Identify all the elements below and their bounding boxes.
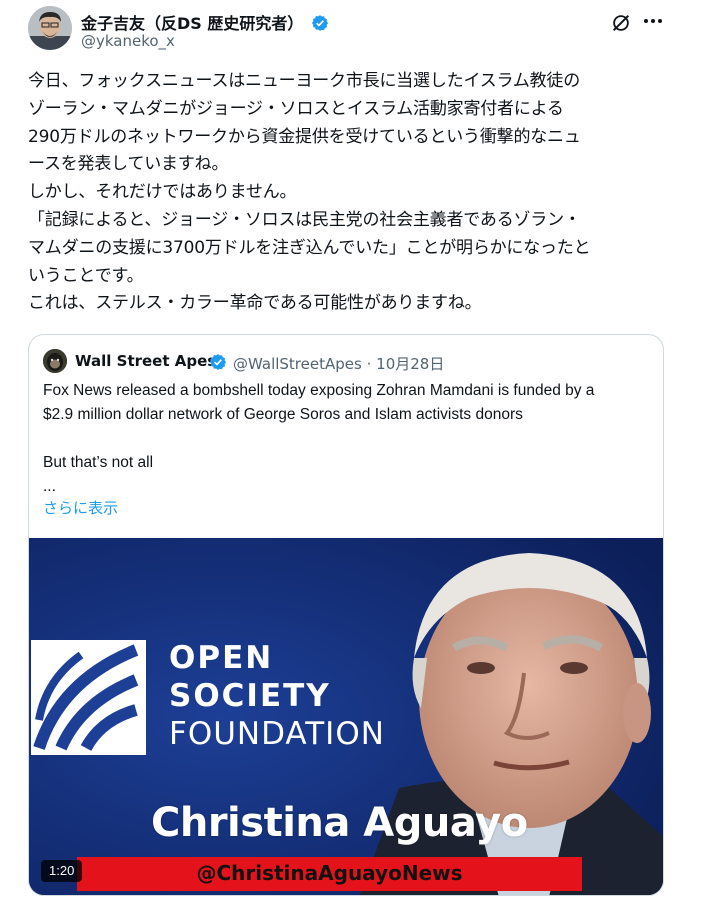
quote-author-handle[interactable]: @WallStreetApes: [233, 355, 362, 373]
logo-text-foundation: FOUNDATION: [169, 716, 385, 752]
tweet-header: 金子吉友（反DS 歴史研究者） @ykaneko_x: [28, 6, 678, 56]
author-name-text[interactable]: 金子吉友（反DS 歴史研究者）: [81, 14, 303, 33]
tweet-text: 今日、フォックスニュースはニューヨーク市長に当選したイスラム教徒の ゾーラン・マ…: [28, 71, 591, 314]
author-handle[interactable]: @ykaneko_x: [81, 32, 175, 50]
watermark-name: Christina Aguayo: [151, 800, 528, 846]
author-avatar[interactable]: [28, 6, 72, 50]
grok-icon[interactable]: [610, 12, 632, 34]
show-more-link[interactable]: さらに表示: [43, 497, 118, 518]
quote-verified-badge-icon: [209, 354, 227, 370]
handle-banner: @ChristinaAguayoNews: [77, 857, 582, 891]
video-player[interactable]: OPEN SOCIETY FOUNDATION Christina Aguayo…: [29, 538, 663, 895]
logo-text-open: OPEN: [169, 640, 274, 676]
quote-author-name[interactable]: Wall Street Apes: [75, 352, 216, 370]
banner-text: @ChristinaAguayoNews: [196, 861, 463, 885]
logo-text-society: SOCIETY: [169, 678, 331, 714]
video-duration: 1:20: [41, 860, 83, 882]
verified-badge-icon: [311, 15, 329, 31]
quote-header: Wall Street Apes @WallStreetApes · 10月28…: [43, 349, 643, 375]
quote-tweet-card[interactable]: Wall Street Apes @WallStreetApes · 10月28…: [28, 334, 664, 896]
open-society-logo-icon: [31, 640, 146, 755]
quote-separator: ·: [366, 355, 372, 373]
author-name[interactable]: 金子吉友（反DS 歴史研究者）: [81, 10, 329, 34]
more-icon[interactable]: [640, 10, 666, 32]
quote-author-avatar[interactable]: [43, 349, 67, 373]
quote-text: Fox News released a bombshell today expo…: [43, 382, 595, 495]
quote-date[interactable]: 10月28日: [376, 355, 444, 373]
quote-meta: @WallStreetApes · 10月28日: [209, 353, 444, 374]
